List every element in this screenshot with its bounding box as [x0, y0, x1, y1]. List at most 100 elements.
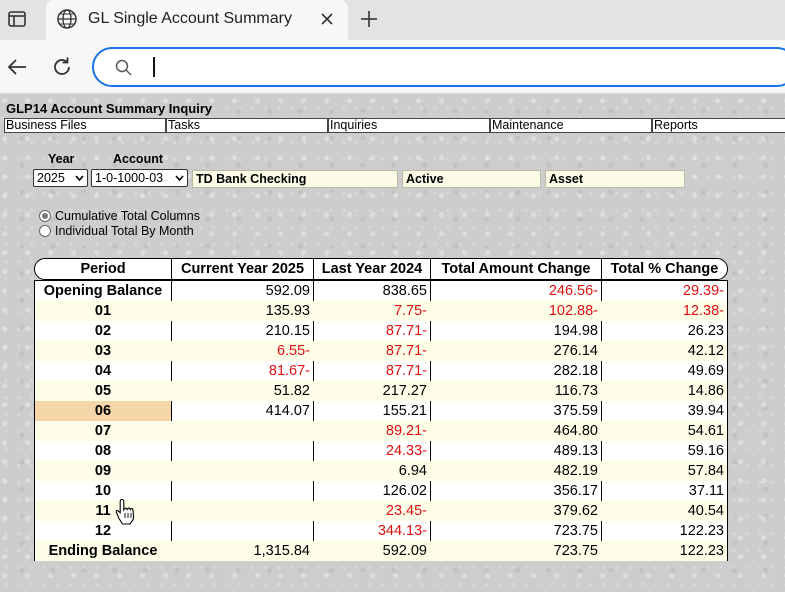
percent-change-cell: 122.23 [679, 543, 724, 559]
percent-change-cell: 54.61 [687, 423, 724, 439]
table-row[interactable]: 10 126.02 356.17 37.11 [35, 481, 727, 501]
percent-change-cell: 59.16 [687, 443, 724, 459]
period-cell[interactable]: 08 [35, 441, 171, 461]
table-row[interactable]: Opening Balance 592.09 838.65 246.56- 29.39- [35, 281, 727, 301]
current-year-cell [172, 501, 313, 521]
menu-tasks[interactable]: Tasks [166, 118, 328, 133]
account-value: 1-0-1000-03 [95, 171, 164, 185]
period-cell[interactable]: 11 [35, 501, 171, 521]
period-cell[interactable]: 09 [35, 461, 171, 481]
amount-change-cell: 282.18 [553, 363, 598, 379]
close-icon[interactable] [318, 10, 336, 28]
back-arrow-icon[interactable] [5, 55, 29, 79]
amount-change-cell: 116.73 [554, 383, 598, 399]
last-year-cell: 6.94 [398, 463, 427, 479]
account-select[interactable]: 1-0-1000-03 [91, 169, 188, 187]
period-cell[interactable]: 10 [35, 481, 171, 501]
current-year-cell: 81.67- [268, 363, 310, 379]
amount-change-cell: 375.59 [553, 403, 598, 419]
column-header-last-year: Last Year 2024 [314, 259, 431, 279]
column-header-amount-change: Total Amount Change [431, 259, 602, 279]
table-row[interactable]: 07 89.21- 464.80 54.61 [35, 421, 727, 441]
percent-change-cell: 40.54 [687, 503, 724, 519]
hand-pointer-icon [115, 498, 135, 525]
table-row[interactable]: 01 135.93 7.75- 102.88- 12.38- [35, 301, 727, 321]
page-content: GLP14 Account Summary Inquiry Business F… [0, 95, 785, 592]
cumulative-radio[interactable] [39, 210, 51, 222]
amount-change-cell: 379.62 [553, 503, 598, 519]
table-row[interactable]: 11 23.45- 379.62 40.54 [35, 501, 727, 521]
account-type-field: Asset [545, 170, 685, 188]
last-year-cell: 87.71- [385, 363, 427, 379]
percent-change-cell: 57.84 [687, 463, 724, 479]
menu-maintenance[interactable]: Maintenance [490, 118, 652, 133]
current-year-cell [172, 421, 313, 441]
table-row[interactable]: 12 344.13- 723.75 122.23 [35, 521, 727, 541]
table-row[interactable]: 08 24.33- 489.13 59.16 [35, 441, 727, 461]
sidebar-icon[interactable] [6, 8, 28, 30]
period-cell[interactable]: 06 [35, 401, 171, 421]
last-year-cell: 155.21 [382, 403, 427, 419]
current-year-cell: 6.55- [276, 343, 310, 359]
current-year-cell [172, 441, 313, 461]
menu-inquiries[interactable]: Inquiries [328, 118, 490, 133]
period-cell[interactable]: 02 [35, 321, 171, 341]
tab-strip: GL Single Account Summary [0, 0, 785, 40]
period-cell[interactable]: 01 [35, 301, 171, 321]
period-cell[interactable]: 07 [35, 421, 171, 441]
amount-change-cell: 489.13 [553, 443, 598, 459]
percent-change-cell: 42.12 [687, 343, 724, 359]
percent-change-cell: 39.94 [687, 403, 724, 419]
year-select[interactable]: 2025 [33, 169, 88, 187]
period-cell[interactable]: Ending Balance [35, 541, 171, 561]
current-year-cell: 135.93 [265, 303, 310, 319]
last-year-cell: 87.71- [385, 323, 427, 339]
menu-reports[interactable]: Reports [652, 118, 785, 133]
amount-change-cell: 246.56- [548, 283, 598, 299]
column-header-percent-change: Total % Change [610, 261, 719, 277]
menu-business-files[interactable]: Business Files [4, 118, 166, 133]
last-year-cell: 24.33- [385, 443, 427, 459]
period-cell[interactable]: 03 [35, 341, 171, 361]
last-year-cell: 7.75- [393, 303, 427, 319]
last-year-cell: 344.13- [377, 523, 427, 539]
summary-table: Opening Balance 592.09 838.65 246.56- 29.39-… [34, 280, 728, 561]
current-year-cell [172, 481, 313, 501]
current-year-cell: 414.07 [265, 403, 310, 419]
last-year-cell: 126.02 [382, 483, 427, 499]
year-label: Year [48, 152, 75, 166]
table-row[interactable]: 09 6.94 482.19 57.84 [35, 461, 727, 481]
column-header-current-year: Current Year 2025 [172, 259, 314, 279]
amount-change-cell: 102.88- [548, 303, 598, 319]
account-label: Account [113, 152, 163, 166]
period-cell[interactable]: 12 [35, 521, 171, 541]
browser-tab[interactable]: GL Single Account Summary [46, 0, 348, 40]
table-row[interactable]: 03 6.55- 87.71- 276.14 42.12 [35, 341, 727, 361]
account-status-field: Active [402, 170, 541, 188]
current-year-cell [172, 461, 313, 481]
table-row[interactable]: 04 81.67- 87.71- 282.18 49.69 [35, 361, 727, 381]
reload-icon[interactable] [50, 55, 74, 79]
menu-bar: Business Files Tasks Inquiries Maintenan… [4, 118, 785, 133]
plus-icon[interactable] [358, 8, 380, 30]
percent-change-cell: 26.23 [687, 323, 724, 339]
address-bar[interactable] [92, 47, 785, 87]
chevron-down-icon [175, 175, 184, 182]
monthly-label: Individual Total By Month [55, 224, 194, 238]
table-row[interactable]: 05 51.82 217.27 116.73 14.86 [35, 381, 727, 401]
table-row[interactable]: 06 414.07 155.21 375.59 39.94 [35, 401, 727, 421]
percent-change-cell: 122.23 [679, 523, 724, 539]
current-year-cell: 51.82 [273, 383, 310, 399]
table-row[interactable]: Ending Balance 1,315.84 592.09 723.75 122.23 [35, 541, 727, 561]
monthly-option[interactable]: Individual Total By Month [39, 224, 239, 238]
period-cell[interactable]: 05 [35, 381, 171, 401]
period-cell[interactable]: Opening Balance [35, 281, 171, 301]
monthly-radio[interactable] [39, 225, 51, 237]
period-cell[interactable]: 04 [35, 361, 171, 381]
amount-change-cell: 482.19 [553, 463, 598, 479]
cumulative-option[interactable]: Cumulative Total Columns [39, 209, 239, 223]
current-year-cell: 210.15 [265, 323, 310, 339]
table-row[interactable]: 02 210.15 87.71- 194.98 26.23 [35, 321, 727, 341]
amount-change-cell: 356.17 [553, 483, 598, 499]
globe-icon [57, 9, 77, 29]
